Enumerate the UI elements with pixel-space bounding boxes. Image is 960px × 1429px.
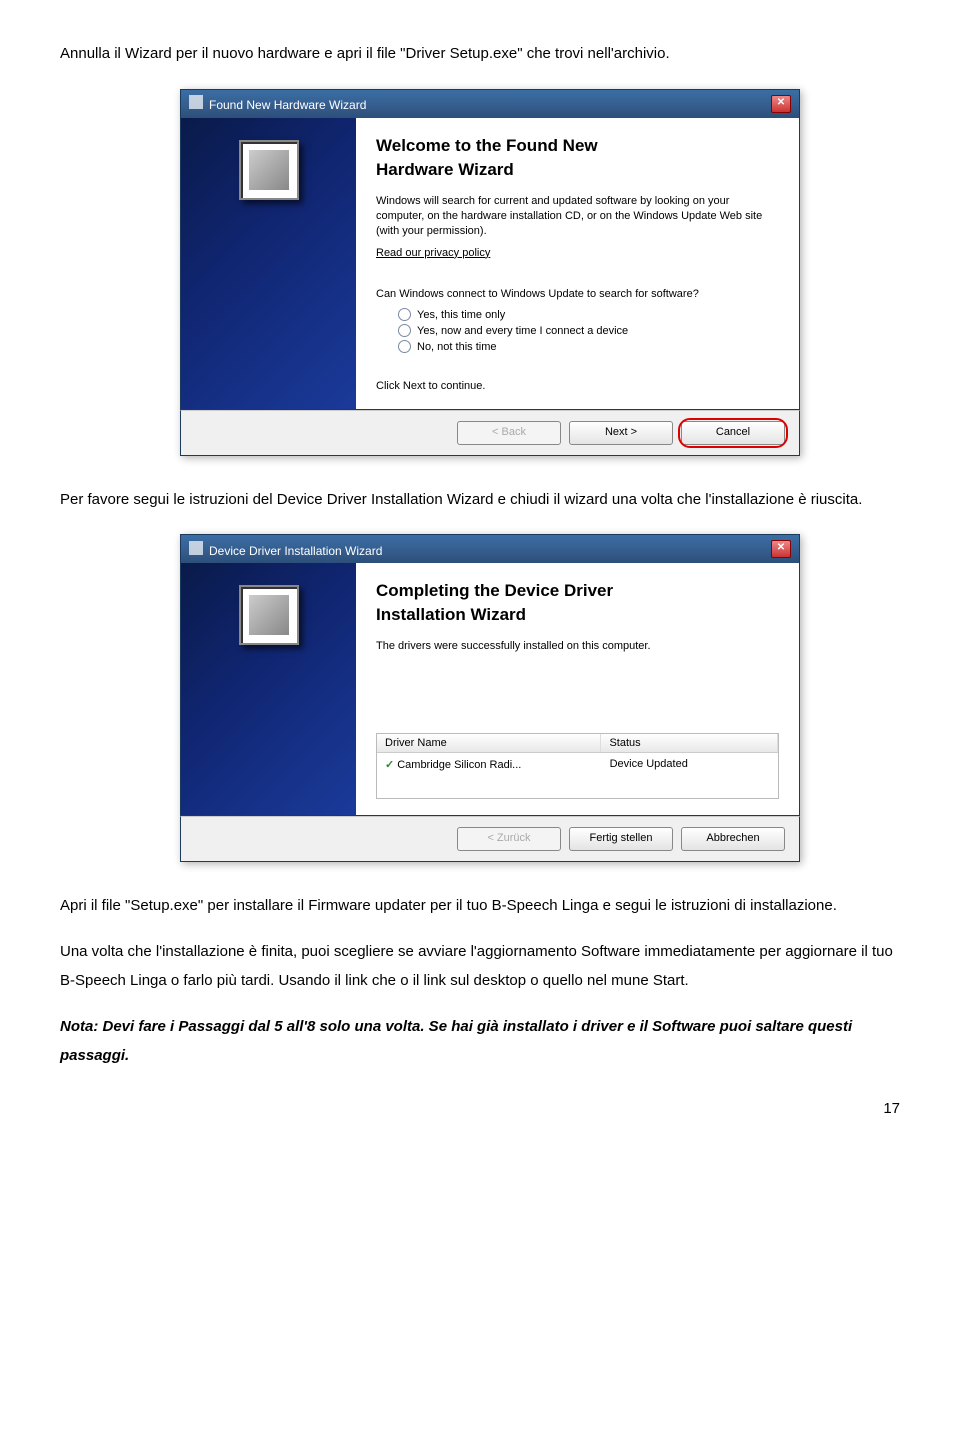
radio-icon [398, 340, 411, 353]
cancel-button[interactable]: Abbrechen [681, 827, 785, 851]
page-number: 17 [60, 1100, 900, 1117]
back-button: < Zurück [457, 827, 561, 851]
wizard-footer: < Zurück Fertig stellen Abbrechen [180, 816, 800, 862]
col-driver-name: Driver Name [377, 734, 601, 752]
radio-label: Yes, this time only [417, 309, 505, 321]
continue-text: Click Next to continue. [376, 379, 779, 394]
wizard-sidebar [181, 563, 356, 814]
note-paragraph: Nota: Devi fare i Passaggi dal 5 all'8 s… [60, 1013, 900, 1070]
paragraph-1: Annulla il Wizard per il nuovo hardware … [60, 40, 900, 69]
radio-label: No, not this time [417, 341, 496, 353]
cancel-button[interactable]: Cancel [681, 421, 785, 445]
driver-name-cell: Cambridge Silicon Radi... [397, 759, 521, 771]
wizard-heading: Welcome to the Found New [376, 136, 779, 156]
driver-table: Driver Name Status ✓Cambridge Silicon Ra… [376, 733, 779, 799]
wizard-subheading: Installation Wizard [376, 605, 779, 625]
window-icon [189, 541, 203, 555]
table-header: Driver Name Status [377, 734, 778, 753]
radio-label: Yes, now and every time I connect a devi… [417, 325, 628, 337]
paragraph-4: Una volta che l'installazione è finita, … [60, 938, 900, 995]
radio-option-2[interactable]: Yes, now and every time I connect a devi… [398, 324, 779, 337]
next-button[interactable]: Next > [569, 421, 673, 445]
radio-icon [398, 308, 411, 321]
device-driver-installation-wizard: Device Driver Installation Wizard ✕ Comp… [180, 534, 800, 861]
window-title: Found New Hardware Wizard [209, 98, 366, 112]
wizard-description: The drivers were successfully installed … [376, 639, 779, 654]
wizard-content: Completing the Device Driver Installatio… [356, 563, 799, 814]
wizard-sidebar [181, 118, 356, 409]
check-icon: ✓ [385, 759, 394, 771]
hardware-icon [239, 140, 299, 200]
titlebar: Found New Hardware Wizard ✕ [180, 89, 800, 118]
titlebar: Device Driver Installation Wizard ✕ [180, 534, 800, 563]
back-button: < Back [457, 421, 561, 445]
finish-button[interactable]: Fertig stellen [569, 827, 673, 851]
close-icon[interactable]: ✕ [771, 540, 791, 558]
radio-option-1[interactable]: Yes, this time only [398, 308, 779, 321]
radio-icon [398, 324, 411, 337]
paragraph-2: Per favore segui le istruzioni del Devic… [60, 486, 900, 515]
wizard-footer: < Back Next > Cancel [180, 410, 800, 456]
col-status: Status [601, 734, 778, 752]
wizard-question: Can Windows connect to Windows Update to… [376, 287, 779, 302]
found-new-hardware-wizard: Found New Hardware Wizard ✕ Welcome to t… [180, 89, 800, 456]
wizard-description: Windows will search for current and upda… [376, 194, 779, 240]
wizard-subheading: Hardware Wizard [376, 160, 779, 180]
window-title: Device Driver Installation Wizard [209, 544, 382, 558]
close-icon[interactable]: ✕ [771, 95, 791, 113]
hardware-icon [239, 585, 299, 645]
wizard-heading: Completing the Device Driver [376, 581, 779, 601]
wizard-content: Welcome to the Found New Hardware Wizard… [356, 118, 799, 409]
privacy-link[interactable]: Read our privacy policy [376, 246, 490, 261]
table-row: ✓Cambridge Silicon Radi... Device Update… [377, 753, 778, 776]
driver-status-cell: Device Updated [602, 756, 778, 773]
window-icon [189, 95, 203, 109]
paragraph-3: Apri il file "Setup.exe" per installare … [60, 892, 900, 921]
radio-option-3[interactable]: No, not this time [398, 340, 779, 353]
